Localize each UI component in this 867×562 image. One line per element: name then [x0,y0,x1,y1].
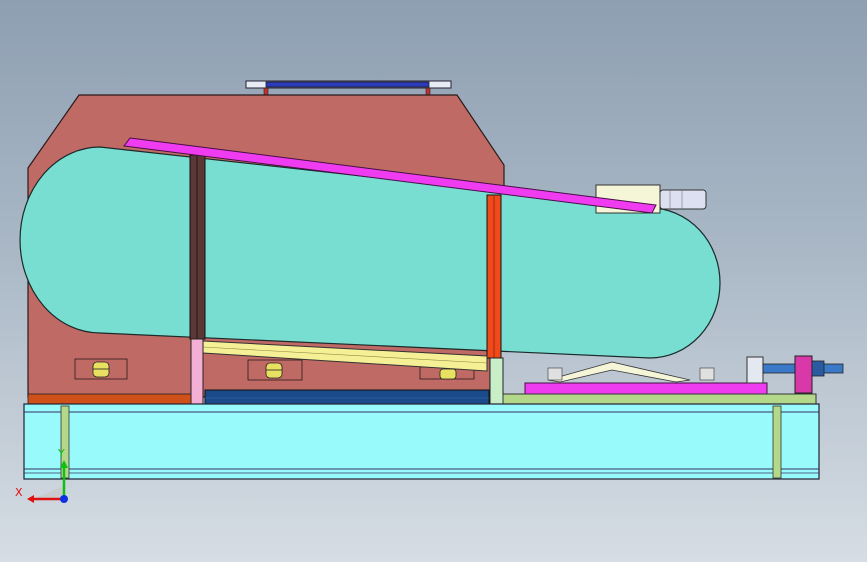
cad-viewport[interactable]: X Y [0,0,867,562]
pink-post [190,338,204,407]
top-guard [245,80,452,96]
bottom-rail [204,389,490,406]
base-beam [23,403,820,480]
belt [19,146,721,359]
platform [524,382,768,396]
assembly-drawing: X Y [15,80,844,503]
y-axis-label: Y [57,447,65,460]
x-axis-label: X [15,486,23,499]
housing-window-middle [247,359,303,381]
tensioner-stand [547,361,715,383]
green-post [489,357,504,407]
housing-window-left [74,358,128,380]
